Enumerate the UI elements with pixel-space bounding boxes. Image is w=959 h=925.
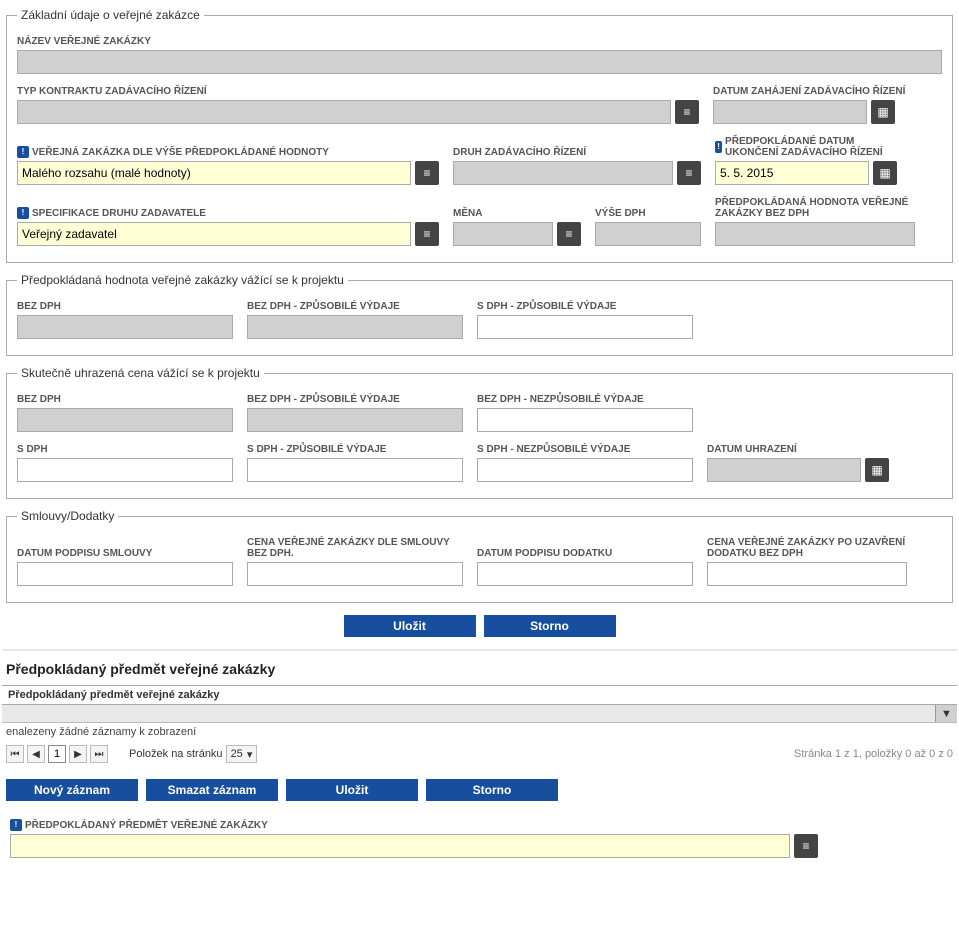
pager-last-icon[interactable]: ⏭ bbox=[90, 745, 108, 763]
label-datum-podpisu-sml: DATUM PODPISU SMLOUVY bbox=[17, 548, 233, 559]
datum-podpisu-sml-input[interactable] bbox=[17, 562, 233, 586]
pager-next-icon[interactable]: ▶ bbox=[69, 745, 87, 763]
label-datum-podpisu-dod: DATUM PODPISU DODATKU bbox=[477, 548, 693, 559]
p3-s-dph-input[interactable] bbox=[17, 458, 233, 482]
p3-s-dph-nzp-input[interactable] bbox=[477, 458, 693, 482]
label-p3-bez-dph-nzp: BEZ DPH - NEZPŮSOBILÉ VÝDAJE bbox=[477, 394, 693, 405]
label-p3-bez-dph: BEZ DPH bbox=[17, 394, 233, 405]
p3-bez-dph-nzp-input[interactable] bbox=[477, 408, 693, 432]
smazat-zaznam-button[interactable]: Smazat záznam bbox=[146, 779, 278, 801]
vz-dle-vyse-input[interactable] bbox=[17, 161, 411, 185]
required-icon: ! bbox=[10, 819, 22, 831]
section-title-predp-predmet: Předpokládaný předmět veřejné zakázky bbox=[6, 661, 953, 677]
cena-po-uzav-input[interactable] bbox=[707, 562, 907, 586]
vz-dle-vyse-picker-icon[interactable]: ≡ bbox=[415, 161, 439, 185]
druh-rizeni-picker-icon[interactable]: ≡ bbox=[677, 161, 701, 185]
required-icon: ! bbox=[17, 146, 29, 158]
pager-first-icon[interactable]: ⏮ bbox=[6, 745, 24, 763]
ulozit-button[interactable]: Uložit bbox=[344, 615, 476, 637]
label-datum-zahajeni: DATUM ZAHÁJENÍ ZADÁVACÍHO ŘÍZENÍ bbox=[713, 86, 942, 97]
datum-zahajeni-cal-icon[interactable]: ▦ bbox=[871, 100, 895, 124]
typ-kontraktu-picker-icon[interactable]: ≡ bbox=[675, 100, 699, 124]
legend-skutecne: Skutečně uhrazená cena vážící se k proje… bbox=[17, 366, 264, 380]
mena-input[interactable] bbox=[453, 222, 553, 246]
grid-header: Předpokládaný předmět veřejné zakázky bbox=[2, 685, 957, 705]
predp-predmet-picker-icon[interactable]: ≡ bbox=[794, 834, 818, 858]
ulozit2-button[interactable]: Uložit bbox=[286, 779, 418, 801]
fieldset-predp-hodnota-projekt: Předpokládaná hodnota veřejné zakázky vá… bbox=[6, 273, 953, 356]
legend-zakladni: Základní údaje o veřejné zakázce bbox=[17, 8, 204, 22]
fieldset-skutecne-uhrazena: Skutečně uhrazená cena vážící se k proje… bbox=[6, 366, 953, 499]
storno-button[interactable]: Storno bbox=[484, 615, 616, 637]
spec-zadavatele-input[interactable] bbox=[17, 222, 411, 246]
spec-zadavatele-picker-icon[interactable]: ≡ bbox=[415, 222, 439, 246]
datum-zahajeni-input[interactable] bbox=[713, 100, 867, 124]
predp-hodnota-bez-dph-input[interactable] bbox=[715, 222, 915, 246]
label-predp-hodnota-bez-dph: PŘEDPOKLÁDANÁ HODNOTA VEŘEJNÉ ZAKÁZKY BE… bbox=[715, 197, 915, 219]
nazev-vz-input[interactable] bbox=[17, 50, 942, 74]
label-vz-dle-vyse: ! VEŘEJNÁ ZAKÁZKA DLE VÝŠE PŘEDPOKLÁDANÉ… bbox=[17, 146, 439, 158]
p2-bez-dph-input[interactable] bbox=[17, 315, 233, 339]
label-druh-rizeni: DRUH ZADÁVACÍHO ŘÍZENÍ bbox=[453, 147, 701, 158]
p3-s-dph-zp-input[interactable] bbox=[247, 458, 463, 482]
cena-sml-bez-dph-input[interactable] bbox=[247, 562, 463, 586]
label-spec-zadavatele: ! SPECIFIKACE DRUHU ZADAVATELE bbox=[17, 207, 439, 219]
label-vyse-dph: VÝŠE DPH bbox=[595, 208, 701, 219]
grid-empty-text: enalezeny žádné záznamy k zobrazení bbox=[2, 723, 957, 741]
label-p2-bez-dph-zp: BEZ DPH - ZPŮSOBILÉ VÝDAJE bbox=[247, 301, 463, 312]
grid-filter-icon[interactable]: ▼ bbox=[935, 705, 957, 722]
label-cena-po-uzav: CENA VEŘEJNÉ ZAKÁZKY PO UZAVŘENÍ DODATKU… bbox=[707, 537, 907, 559]
predp-predmet-vz-input[interactable] bbox=[10, 834, 790, 858]
novy-zaznam-button[interactable]: Nový záznam bbox=[6, 779, 138, 801]
label-p3-s-dph-zp: S DPH - ZPŮSOBILÉ VÝDAJE bbox=[247, 444, 463, 455]
p3-datum-uhr-cal-icon[interactable]: ▦ bbox=[865, 458, 889, 482]
label-predp-predmet-vz: ! PŘEDPOKLÁDANÝ PŘEDMĚT VEŘEJNÉ ZAKÁZKY bbox=[10, 819, 949, 831]
divider bbox=[2, 649, 957, 651]
label-p2-bez-dph: BEZ DPH bbox=[17, 301, 233, 312]
p2-bez-dph-zp-input[interactable] bbox=[247, 315, 463, 339]
pager-prev-icon[interactable]: ◀ bbox=[27, 745, 45, 763]
typ-kontraktu-input[interactable] bbox=[17, 100, 671, 124]
datum-podpisu-dod-input[interactable] bbox=[477, 562, 693, 586]
p3-datum-uhr-input[interactable] bbox=[707, 458, 861, 482]
p2-s-dph-zp-input[interactable] bbox=[477, 315, 693, 339]
chevron-down-icon: ▾ bbox=[247, 748, 253, 761]
legend-predp-hodnota: Předpokládaná hodnota veřejné zakázky vá… bbox=[17, 273, 348, 287]
pager-size-select[interactable]: 25 ▾ bbox=[226, 745, 258, 763]
storno2-button[interactable]: Storno bbox=[426, 779, 558, 801]
legend-smlouvy: Smlouvy/Dodatky bbox=[17, 509, 118, 523]
p3-bez-dph-input[interactable] bbox=[17, 408, 233, 432]
druh-rizeni-input[interactable] bbox=[453, 161, 673, 185]
predp-datum-ukonc-input[interactable] bbox=[715, 161, 869, 185]
fieldset-smlouvy-dodatky: Smlouvy/Dodatky DATUM PODPISU SMLOUVY CE… bbox=[6, 509, 953, 603]
label-p3-bez-dph-zp: BEZ DPH - ZPŮSOBILÉ VÝDAJE bbox=[247, 394, 463, 405]
required-icon: ! bbox=[17, 207, 29, 219]
label-p3-datum-uhr: DATUM UHRAZENÍ bbox=[707, 444, 942, 455]
p3-bez-dph-zp-input[interactable] bbox=[247, 408, 463, 432]
label-p2-s-dph-zp: S DPH - ZPŮSOBILÉ VÝDAJE bbox=[477, 301, 693, 312]
fieldset-zakladni-udaje: Základní údaje o veřejné zakázce NÁZEV V… bbox=[6, 8, 953, 263]
vyse-dph-input[interactable] bbox=[595, 222, 701, 246]
label-nazev-vz: NÁZEV VEŘEJNÉ ZAKÁZKY bbox=[17, 36, 942, 47]
label-predp-datum-ukonc: ! PŘEDPOKLÁDANÉ DATUM UKONČENÍ ZADÁVACÍH… bbox=[715, 136, 895, 158]
grid-filter-row: ▼ bbox=[2, 705, 957, 723]
predp-datum-ukonc-cal-icon[interactable]: ▦ bbox=[873, 161, 897, 185]
label-typ-kontraktu: TYP KONTRAKTU ZADÁVACÍHO ŘÍZENÍ bbox=[17, 86, 699, 97]
label-p3-s-dph-nzp: S DPH - NEZPŮSOBILÉ VÝDAJE bbox=[477, 444, 693, 455]
grid-col-predmet[interactable]: Předpokládaný předmět veřejné zakázky bbox=[8, 689, 220, 701]
label-p3-s-dph: S DPH bbox=[17, 444, 233, 455]
pager-page-input[interactable] bbox=[48, 745, 66, 763]
pager-polozek-label: Položek na stránku bbox=[129, 748, 223, 760]
label-cena-sml-bez-dph: CENA VEŘEJNÉ ZAKÁZKY DLE SMLOUVY BEZ DPH… bbox=[247, 537, 463, 559]
label-mena: MĚNA bbox=[453, 208, 581, 219]
pager-info: Stránka 1 z 1, položky 0 až 0 z 0 bbox=[794, 748, 953, 760]
required-icon: ! bbox=[715, 141, 722, 153]
mena-picker-icon[interactable]: ≡ bbox=[557, 222, 581, 246]
